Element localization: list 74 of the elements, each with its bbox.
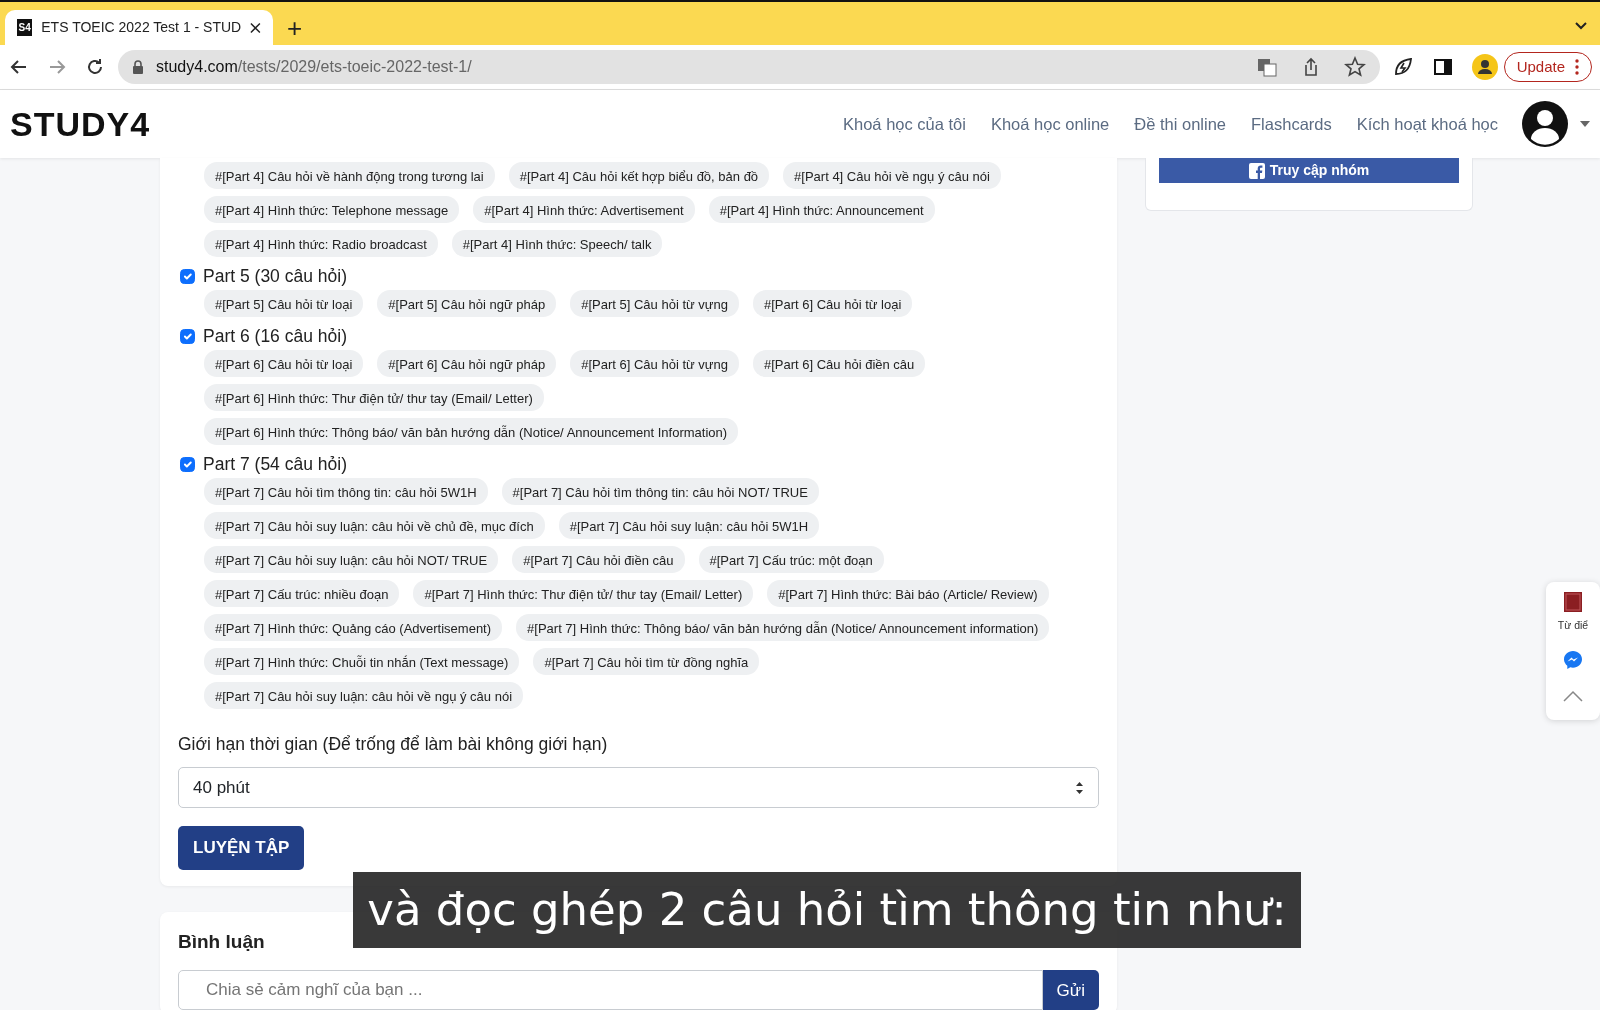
side-panel-icon[interactable] — [1431, 56, 1454, 78]
tag-chip[interactable]: #[Part 7] Câu hỏi suy luận: câu hỏi về chủ đề, mục đích — [204, 512, 545, 539]
chevron-down-icon[interactable] — [1574, 21, 1588, 31]
scroll-up-icon[interactable] — [1563, 689, 1583, 702]
site-logo[interactable]: STUDY4 — [10, 98, 151, 150]
time-limit-label: Giới hạn thời gian (Để trống để làm bài không giới hạn) — [178, 733, 609, 756]
part-label: Part 7 (54 câu hỏi) — [203, 452, 347, 476]
tag-chip[interactable]: #[Part 4] Câu hỏi kết hợp biểu đồ, bản đồ — [508, 162, 770, 189]
practice-button[interactable]: LUYỆN TẬP — [178, 826, 305, 870]
tab-title: ETS TOEIC 2022 Test 1 - STUD — [41, 18, 242, 37]
part-checkbox[interactable] — [180, 328, 195, 344]
part-checkbox[interactable] — [180, 268, 195, 284]
star-icon[interactable] — [1343, 56, 1366, 78]
tag-chip[interactable]: #[Part 7] Cấu trúc: nhiều đoạn — [204, 580, 400, 607]
nav-link[interactable]: Khoá học online — [990, 111, 1110, 137]
address-bar[interactable]: study4.com/tests/2029/ets-toeic-2022-test-1/ — [118, 50, 1380, 84]
tag-chip[interactable]: #[Part 6] Câu hỏi từ loại — [753, 290, 913, 317]
tag-chip[interactable]: #[Part 5] Câu hỏi ngữ pháp — [377, 290, 557, 317]
group-access-button[interactable]: Truy cập nhóm — [1159, 158, 1459, 183]
tag-chip[interactable]: #[Part 6] Câu hỏi từ loại — [204, 350, 364, 377]
browser-tab[interactable]: S4 ETS TOEIC 2022 Test 1 - STUD — [5, 10, 273, 45]
tag-chip[interactable]: #[Part 4] Hình thức: Radio broadcast — [204, 230, 438, 257]
user-avatar-icon[interactable] — [1522, 101, 1568, 147]
dictionary-label[interactable]: Từ điể — [1557, 618, 1589, 634]
tag-chip[interactable]: #[Part 5] Câu hỏi từ loại — [204, 290, 364, 317]
tag-chip[interactable]: #[Part 4] Hình thức: Advertisement — [473, 196, 695, 223]
tag-chip[interactable]: #[Part 7] Hình thức: Chuỗi tin nhắn (Text message) — [204, 648, 520, 675]
site-favicon: S4 — [17, 19, 33, 36]
tag-chip[interactable]: #[Part 7] Câu hỏi suy luận: câu hỏi về ngụ ý câu nói — [204, 682, 524, 709]
tag-chip[interactable]: #[Part 4] Hình thức: Telephone message — [204, 196, 460, 223]
tag-chip[interactable]: #[Part 7] Câu hỏi suy luận: câu hỏi 5W1H — [558, 512, 820, 539]
part-label: Part 5 (30 câu hỏi) — [203, 264, 347, 288]
part-checkbox[interactable] — [180, 456, 195, 472]
tag-chip[interactable]: #[Part 6] Hình thức: Thông báo/ văn bản hướng dẫn (Notice/ Announcement Information) — [204, 418, 739, 445]
tag-chip[interactable]: #[Part 5] Câu hỏi từ vựng — [570, 290, 739, 317]
tag-chip[interactable]: #[Part 7] Cấu trúc: một đoạn — [698, 546, 884, 573]
url-text: study4.com/tests/2029/ets-toeic-2022-test-1/ — [156, 57, 472, 77]
comment-input[interactable]: Chia sẻ cảm nghĩ của bạn ... — [178, 970, 1043, 1010]
tag-chip[interactable]: #[Part 6] Hình thức: Thư điện tử/ thư tay (Email/ Letter) — [204, 384, 544, 411]
tag-chip[interactable]: #[Part 6] Câu hỏi từ vựng — [570, 350, 739, 377]
tag-chip[interactable]: #[Part 4] Câu hỏi về ngụ ý câu nói — [783, 162, 1001, 189]
tag-chip[interactable]: #[Part 7] Câu hỏi tìm thông tin: câu hỏi NOT/ TRUE — [501, 478, 819, 505]
select-arrows-icon — [1075, 780, 1084, 795]
nav-link[interactable]: Khoá học của tôi — [843, 111, 966, 137]
video-caption: và đọc ghép 2 câu hỏi tìm thông tin như: — [353, 872, 1301, 948]
tag-chip[interactable]: #[Part 6] Câu hỏi ngữ pháp — [377, 350, 557, 377]
part-label: Part 6 (16 câu hỏi) — [203, 324, 347, 348]
close-icon[interactable] — [250, 21, 261, 34]
facebook-icon — [1248, 162, 1265, 179]
update-button[interactable]: Update — [1503, 52, 1592, 82]
tag-chip[interactable]: #[Part 7] Câu hỏi tìm thông tin: câu hỏi 5W1H — [204, 478, 488, 505]
tag-chip[interactable]: #[Part 4] Hình thức: Announcement — [708, 196, 935, 223]
tag-chip[interactable]: #[Part 7] Câu hỏi tìm từ đồng nghĩa — [533, 648, 760, 675]
caret-icon[interactable] — [1580, 121, 1590, 127]
lock-icon — [132, 60, 144, 74]
tag-chip[interactable]: #[Part 7] Câu hỏi điền câu — [512, 546, 685, 573]
nav-link[interactable]: Đề thi online — [1134, 111, 1227, 137]
messenger-icon[interactable] — [1563, 649, 1583, 670]
send-button[interactable]: Gửi — [1042, 970, 1099, 1010]
time-limit-select[interactable]: 40 phút — [178, 767, 1099, 809]
tag-chip[interactable]: #[Part 6] Câu hỏi điền câu — [753, 350, 926, 377]
tag-chip[interactable]: #[Part 7] Hình thức: Thư điện tử/ thư tay (Email/ Letter) — [413, 580, 754, 607]
comments-title: Bình luận — [178, 929, 266, 954]
tag-chip[interactable]: #[Part 4] Câu hỏi về hành động trong tương lai — [204, 162, 495, 189]
tag-chip[interactable]: #[Part 4] Hình thức: Speech/ talk — [451, 230, 663, 257]
nav-link[interactable]: Flashcards — [1251, 111, 1332, 137]
tag-chip[interactable]: #[Part 7] Câu hỏi suy luận: câu hỏi NOT/ TRUE — [204, 546, 499, 573]
tag-chip[interactable]: #[Part 7] Hình thức: Quảng cáo (Advertisement) — [204, 614, 503, 641]
nav-link[interactable]: Kích hoạt khoá học — [1356, 111, 1498, 137]
more-icon[interactable] — [1575, 59, 1579, 75]
tag-chip[interactable]: #[Part 7] Hình thức: Thông báo/ văn bản hướng dẫn (Notice/ Announcement information) — [516, 614, 1050, 641]
new-tab-button[interactable]: + — [287, 15, 303, 41]
tag-chip[interactable]: #[Part 7] Hình thức: Bài báo (Article/ Review) — [767, 580, 1049, 607]
profile-icon[interactable] — [1471, 54, 1498, 80]
